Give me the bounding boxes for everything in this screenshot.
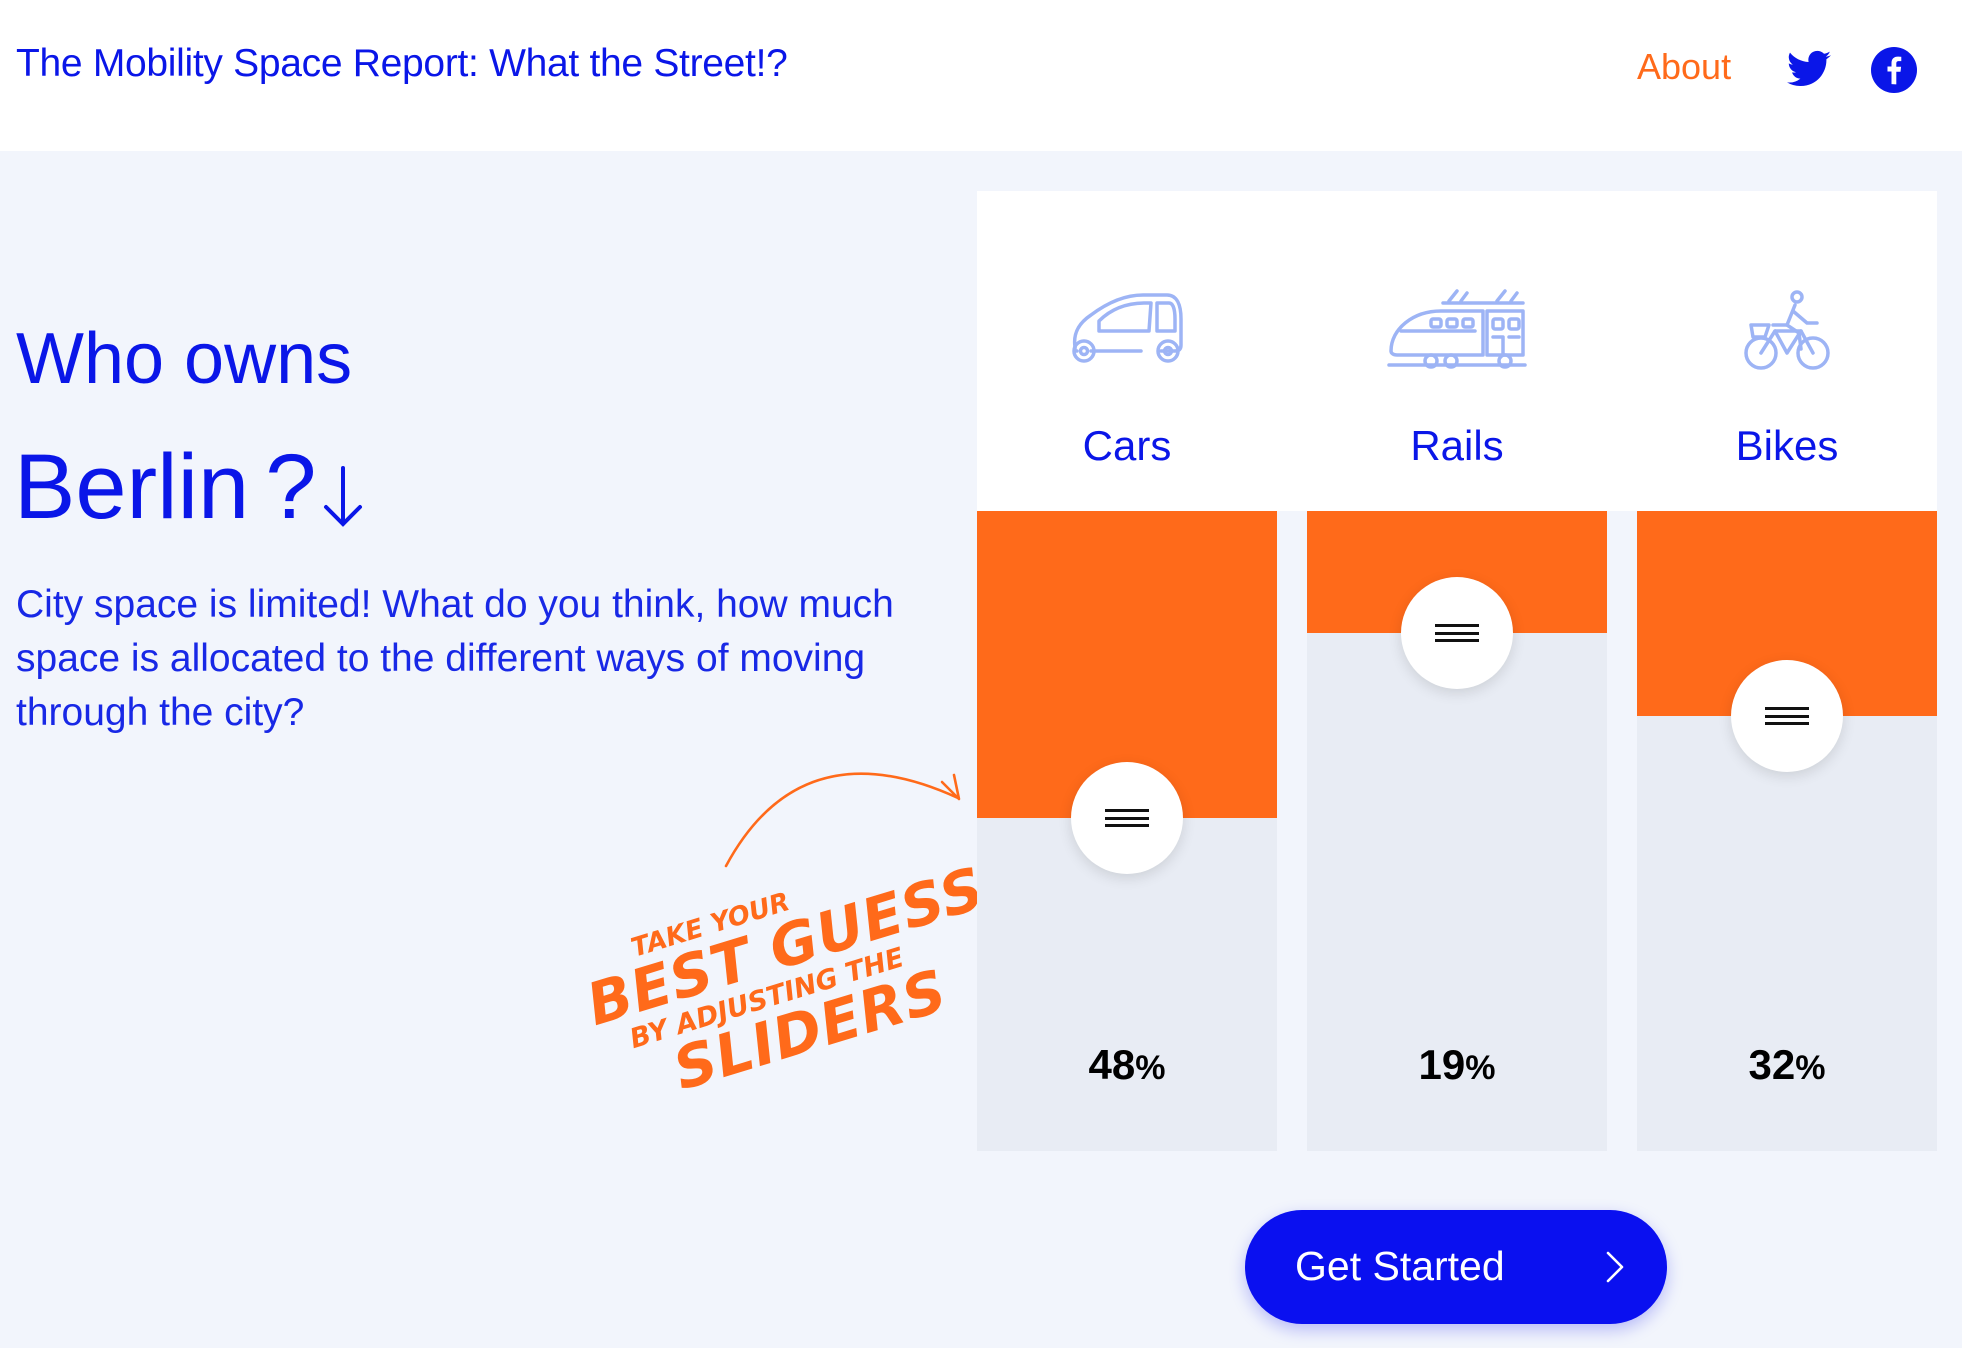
mode-label-cars: Cars — [1082, 422, 1172, 469]
percent-value-cars: 48 — [1088, 1041, 1136, 1088]
site-header: The Mobility Space Report: What the Stre… — [0, 0, 1962, 151]
slider-bikes[interactable]: 32% — [1637, 511, 1937, 1151]
percent-unit: % — [1465, 1049, 1496, 1087]
percent-unit: % — [1795, 1049, 1826, 1087]
arrow-down-icon[interactable] — [318, 462, 368, 532]
mode-label-bikes: Bikes — [1735, 422, 1839, 469]
twitter-icon[interactable] — [1785, 46, 1833, 94]
drag-handle-icon — [1435, 624, 1479, 642]
mode-label-rails: Rails — [1410, 422, 1504, 469]
facebook-icon[interactable] — [1871, 47, 1917, 93]
mode-cars: Cars — [977, 191, 1277, 511]
city-name[interactable]: Berlin — [14, 435, 249, 540]
city-heading: Berlin ? — [14, 435, 368, 540]
question-mark: ? — [265, 436, 317, 538]
intro-text: City space is limited! What do you think… — [16, 583, 894, 734]
chevron-right-icon — [1606, 1251, 1624, 1283]
hand-drawn-arrow-icon — [724, 772, 961, 868]
slider-hint-annotation: Take your Best guess by adjusting the Sl… — [573, 854, 992, 1174]
percent-value-rails: 19 — [1418, 1041, 1466, 1088]
percent-unit: % — [1135, 1049, 1166, 1087]
percent-rails: 19% — [1307, 1041, 1607, 1089]
slider-cars[interactable]: 48% — [977, 511, 1277, 1151]
car-icon — [1072, 293, 1183, 363]
slider-rails[interactable]: 19% — [1307, 511, 1607, 1151]
percent-bikes: 32% — [1637, 1041, 1937, 1089]
mode-rails: Rails — [1307, 191, 1607, 511]
site-title[interactable]: The Mobility Space Report: What the Stre… — [16, 42, 788, 86]
about-link[interactable]: About — [1637, 46, 1731, 88]
bicycle-icon — [1744, 290, 1830, 370]
slider-handle-bikes[interactable] — [1731, 660, 1843, 772]
slider-handle-cars[interactable] — [1071, 762, 1183, 874]
mode-bikes: Bikes — [1637, 191, 1937, 511]
who-owns-heading: Who owns — [16, 319, 353, 399]
slider-handle-rails[interactable] — [1401, 577, 1513, 689]
mode-header-panel: Cars Rails Bikes — [977, 191, 1937, 511]
drag-handle-icon — [1105, 809, 1149, 827]
tram-icon — [1387, 289, 1527, 369]
percent-cars: 48% — [977, 1041, 1277, 1089]
drag-handle-icon — [1765, 707, 1809, 725]
percent-value-bikes: 32 — [1748, 1041, 1796, 1088]
get-started-button[interactable]: Get Started — [1245, 1210, 1667, 1324]
get-started-label: Get Started — [1295, 1243, 1505, 1289]
